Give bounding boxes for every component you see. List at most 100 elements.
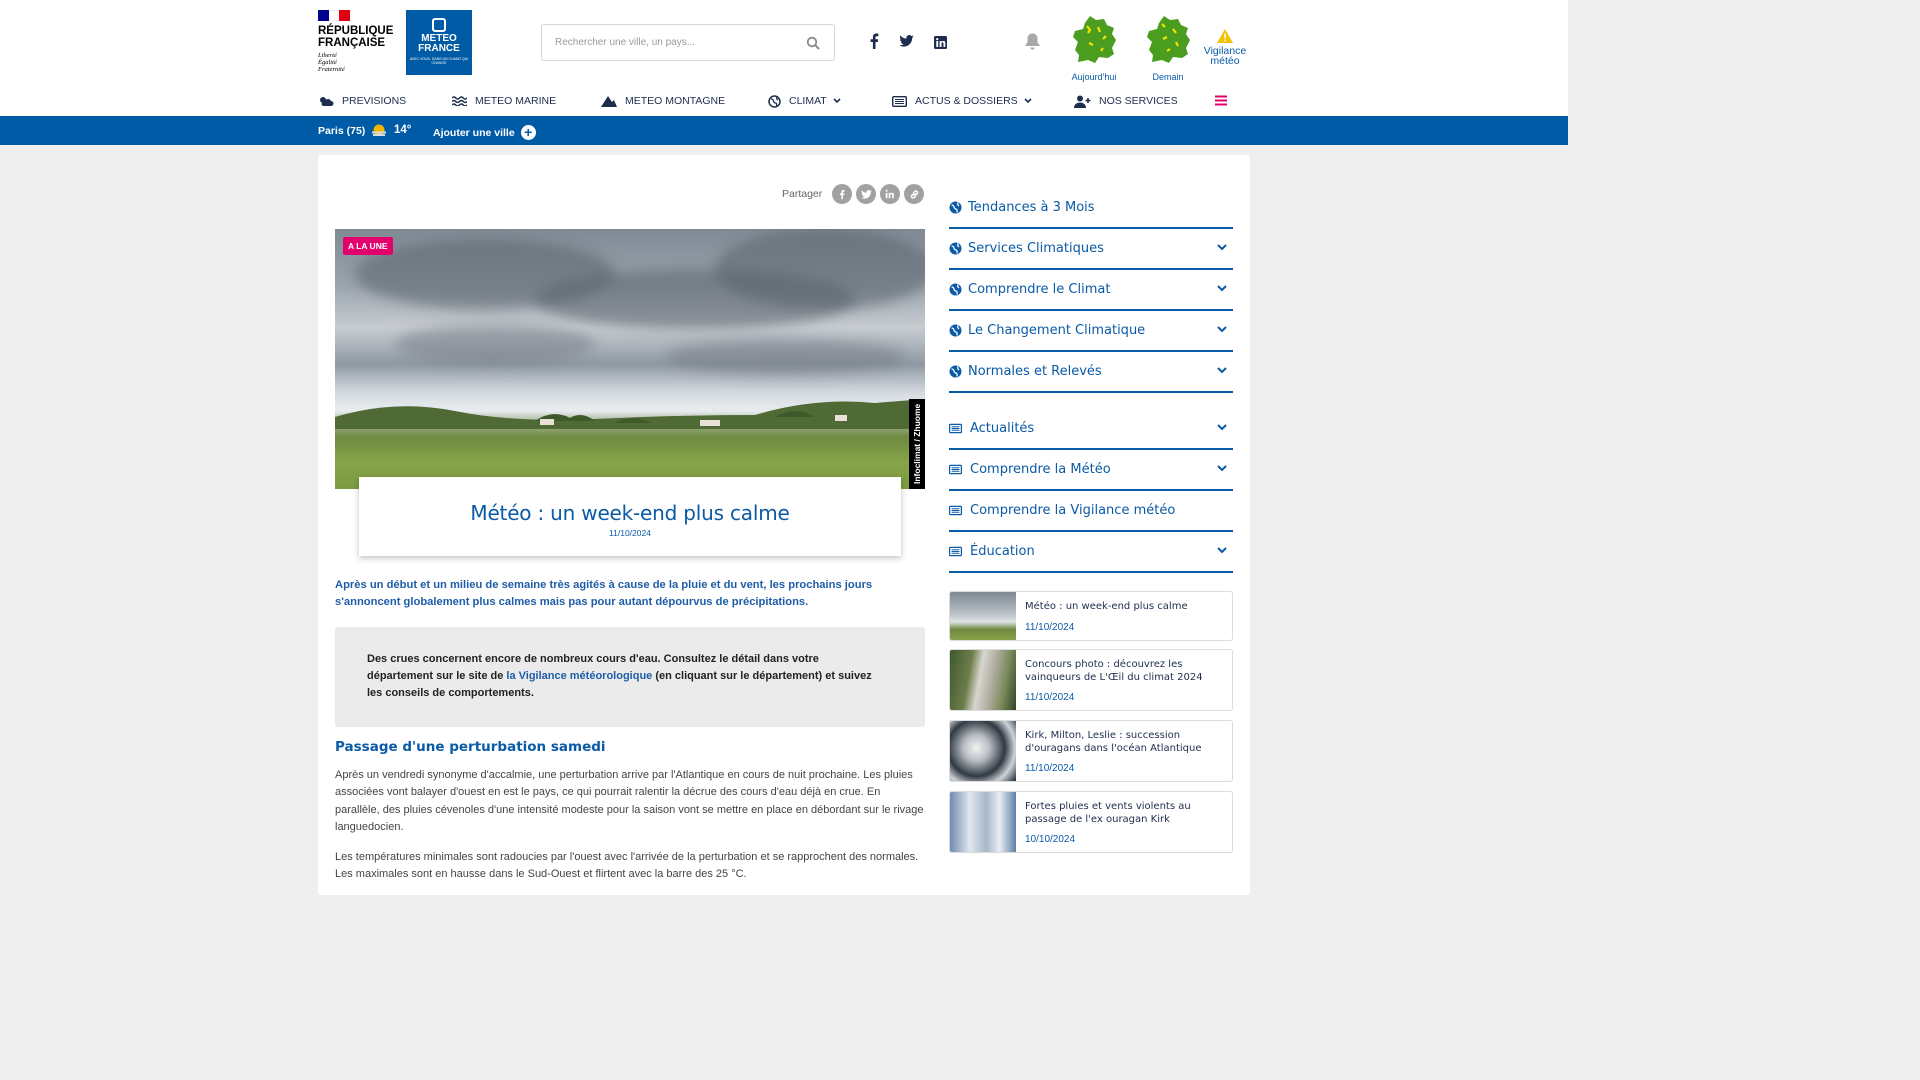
globe-icon <box>949 242 962 255</box>
flood-warning-box: Des crues concernent encore de nombreux … <box>335 627 925 727</box>
share-label: Partager <box>782 188 823 200</box>
globe-icon <box>949 201 962 214</box>
logo-tagline: AVEC VOUS, DANS UN CLIMAT QUI CHANGE <box>409 57 469 65</box>
sidebar-item-comprendre-climat[interactable]: Comprendre le Climat <box>949 270 1233 311</box>
related-article-title: Fortes pluies et vents violents au passa… <box>1025 801 1191 825</box>
article-intro: Après un début et un milieu de semaine t… <box>335 579 873 608</box>
globe-icon <box>949 283 962 296</box>
nav-nos-services[interactable]: NOS SERVICES <box>1074 92 1178 110</box>
related-article-title: Météo : un week-end plus calme <box>1025 601 1188 612</box>
nav-meteo-montagne[interactable]: METEO MONTAGNE <box>601 92 725 110</box>
sidebar-item-actualites[interactable]: Actualités <box>949 409 1233 450</box>
sidebar-item-comprendre-vigilance[interactable]: Comprendre la Vigilance météo <box>949 491 1233 532</box>
chevron-down-icon <box>1217 424 1227 431</box>
linkedin-icon[interactable] <box>934 36 947 49</box>
globe-icon <box>768 94 781 108</box>
user-plus-icon <box>1074 95 1091 108</box>
meteo-france-mark-icon <box>432 18 446 32</box>
a-la-une-badge: A LA UNE <box>343 237 393 255</box>
share-facebook-icon[interactable] <box>832 184 853 204</box>
related-article-date: 11/10/2024 <box>1025 692 1075 703</box>
add-city-label: Ajouter une ville <box>433 126 515 139</box>
chevron-down-icon <box>1217 285 1227 292</box>
nav-meteo-marine-label: METEO MARINE <box>475 95 557 107</box>
nav-meteo-montagne-label: METEO MONTAGNE <box>625 95 726 107</box>
chevron-down-icon <box>1217 547 1227 554</box>
landscape-hills-illustration <box>335 399 925 429</box>
chevron-down-icon <box>1217 367 1227 374</box>
search-icon[interactable] <box>806 36 820 50</box>
related-article-card[interactable]: Kirk, Milton, Leslie : succession d'oura… <box>949 720 1233 782</box>
notification-bell-icon[interactable] <box>1024 32 1041 50</box>
chevron-down-icon <box>1217 326 1227 333</box>
vigilance-link[interactable]: la Vigilance météorologique <box>506 670 652 682</box>
sidebar-item-label: Éducation <box>970 544 1035 559</box>
facebook-icon[interactable] <box>869 33 879 49</box>
add-city-button[interactable]: Ajouter une ville + <box>433 125 536 140</box>
search-input[interactable] <box>542 25 792 60</box>
sidebar-item-education[interactable]: Éducation <box>949 532 1233 573</box>
favorite-cities-bar: Paris (75) 14° Ajouter une ville + <box>0 116 1568 145</box>
chevron-down-icon <box>1217 244 1227 251</box>
waves-icon <box>452 96 467 106</box>
share-twitter-icon[interactable] <box>856 184 877 204</box>
nav-actus-dossiers-label: ACTUS & DOSSIERS <box>915 95 1018 107</box>
related-article-date: 10/10/2024 <box>1025 834 1076 845</box>
france-map-green-icon <box>1147 16 1190 63</box>
related-article-card[interactable]: Météo : un week-end plus calme 11/10/202… <box>949 591 1233 641</box>
nav-actus-dossiers[interactable]: ACTUS & DOSSIERS <box>892 92 1032 110</box>
republique-francaise-logo[interactable]: RÉPUBLIQUE FRANÇAISE Liberté Égalité Fra… <box>318 10 398 73</box>
sidebar-item-label: Normales et Relevés <box>968 364 1102 379</box>
article-thumbnail <box>950 721 1016 781</box>
newspaper-icon <box>949 545 962 558</box>
meteo-france-logo[interactable]: METEO FRANCE AVEC VOUS, DANS UN CLIMAT Q… <box>406 10 472 75</box>
related-article-date: 11/10/2024 <box>1025 622 1075 633</box>
sidebar-item-tendances[interactable]: Tendances à 3 Mois <box>949 188 1233 229</box>
chevron-down-icon <box>1024 98 1032 104</box>
article-thumbnail <box>950 650 1016 710</box>
share-copy-link-icon[interactable] <box>904 184 925 204</box>
article-title: Météo : un week-end plus calme <box>470 501 790 525</box>
related-article-title: Kirk, Milton, Leslie : succession d'oura… <box>1025 730 1202 754</box>
nav-meteo-marine[interactable]: METEO MARINE <box>452 92 556 110</box>
article-title-box: Météo : un week-end plus calme 11/10/202… <box>359 477 901 556</box>
motto-fraternite: Fraternité <box>318 66 345 73</box>
sidebar-item-changement-climatique[interactable]: Le Changement Climatique <box>949 311 1233 352</box>
sidebar-item-label: Comprendre la Vigilance météo <box>970 503 1176 518</box>
sidebar-item-label: Tendances à 3 Mois <box>968 200 1095 215</box>
favorite-city-temperature: 14° <box>394 124 412 136</box>
share-linkedin-icon[interactable] <box>880 184 901 204</box>
vigilance-label-line-2: météo <box>1210 55 1240 67</box>
nav-climat[interactable]: CLIMAT <box>768 92 841 110</box>
sidebar-item-label: Comprendre la Météo <box>970 462 1111 477</box>
france-map-green-icon <box>1073 16 1116 63</box>
chevron-down-icon <box>833 98 841 104</box>
related-article-card[interactable]: Concours photo : découvrez les vainqueur… <box>949 649 1233 711</box>
globe-icon <box>949 365 962 378</box>
vigilance-meteo-link[interactable]: Vigilance météo <box>1200 28 1250 66</box>
sidebar-item-label: Le Changement Climatique <box>968 323 1146 338</box>
sidebar-item-services-climatiques[interactable]: Services Climatiques <box>949 229 1233 270</box>
search-box <box>541 24 835 61</box>
sidebar-item-label: Comprendre le Climat <box>968 282 1111 297</box>
vigilance-map-today[interactable]: Aujourd'hui <box>1064 14 1124 82</box>
newspaper-icon <box>892 95 907 107</box>
republique-line-1: RÉPUBLIQUE <box>318 25 394 37</box>
map-tomorrow-label: Demain <box>1152 72 1184 82</box>
nav-nos-services-label: NOS SERVICES <box>1099 95 1178 107</box>
warning-triangle-icon <box>1217 29 1233 43</box>
motto-liberte: Liberté <box>318 52 337 59</box>
nav-previsions[interactable]: PREVISIONS <box>318 92 406 110</box>
sidebar-item-comprendre-meteo[interactable]: Comprendre la Météo <box>949 450 1233 491</box>
sidebar-item-label: Services Climatiques <box>968 241 1104 256</box>
sidebar-item-normales-releves[interactable]: Normales et Relevés <box>949 352 1233 393</box>
article-paragraph: Les températures minimales sont radoucie… <box>335 851 919 881</box>
sun-cloud-weather-icon <box>372 124 386 136</box>
newspaper-icon <box>949 463 962 476</box>
favorite-city-name[interactable]: Paris (75) <box>318 125 365 137</box>
twitter-icon[interactable] <box>899 35 914 47</box>
vigilance-map-tomorrow[interactable]: Demain <box>1138 14 1198 82</box>
related-article-card[interactable]: Fortes pluies et vents violents au passa… <box>949 791 1233 853</box>
hamburger-menu-icon[interactable] <box>1215 95 1227 106</box>
nav-climat-label: CLIMAT <box>789 95 827 107</box>
